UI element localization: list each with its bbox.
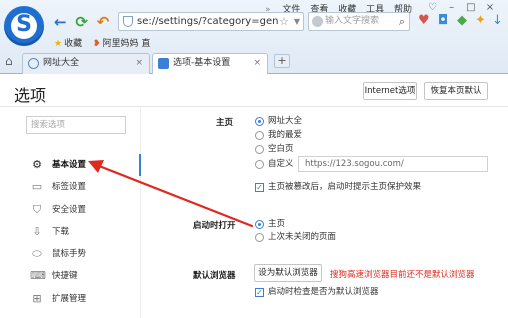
sidebar-item-mouse-gestures[interactable]: ⬭ 鼠标手势 [0,243,140,265]
divider [140,107,141,318]
page-title: 选项 [14,86,47,105]
radio[interactable] [255,160,264,169]
close-icon[interactable]: × [135,54,143,73]
tab-url-directory[interactable]: 网址大全 × [22,53,150,74]
internet-options-button[interactable]: Internet选项 [363,82,417,100]
bookmarks-bar: ★ 收藏 ❥ 阿里妈妈 直 [54,36,158,49]
homepage-option-directory[interactable]: 网址大全 [255,116,302,127]
search-placeholder: 输入文字搜索 [325,16,380,26]
tab-strip: ⌂ 网址大全 × 选项-基本设置 × + [0,51,508,74]
option-label: 网址大全 [268,116,303,126]
divider [0,106,508,107]
heart-shield-icon[interactable]: ♥ [418,12,430,30]
checkbox-checked[interactable]: ✓ [255,288,264,297]
startup-option-homepage[interactable]: 主页 [255,219,285,230]
homepage-protect-checkbox[interactable]: ✓ 主页被篡改后，启动时提示主页保护效果 [255,182,421,193]
address-bar[interactable]: se://settings/?category=gen ☆ ▼ [118,12,304,31]
sidebar-item-download[interactable]: ⇩ 下载 [0,221,140,243]
browser-chrome: » 文件 查看 收藏 工具 帮助 ♡ – □ × ← ⟳ ↶ ▼ se://se… [0,0,508,74]
sidebar-item-extensions[interactable]: ⊞ 扩展管理 [0,288,140,310]
radio-selected[interactable] [255,117,264,126]
sidebar-item-label: 标签设置 [52,182,87,193]
option-label: 主页 [268,219,286,229]
radio[interactable] [255,131,264,140]
radio[interactable] [255,233,264,242]
option-label: 自定义 [268,159,294,169]
shield-icon: ⛉ [32,202,42,216]
settings-page: 选项 Internet选项 恢复本页默认 搜索选项 ⚙ 基本设置 ▭ 标签设置 … [0,74,508,318]
address-url: se://settings/?category=gen [137,16,279,27]
radio-selected[interactable] [255,220,264,229]
sidebar-item-basic[interactable]: ⚙ 基本设置 [0,154,140,176]
sidebar-item-label: 扩展管理 [52,293,87,304]
search-box[interactable]: 输入文字搜索 ⌕ [308,12,410,31]
star-icon: ★ [54,39,63,49]
bookmark-alimama[interactable]: 阿里妈妈 直 [103,39,151,49]
back-arrow-icon[interactable]: ← [54,13,67,31]
startup-option-last-session[interactable]: 上次未关闭的页面 [255,232,336,243]
sidebar-item-security[interactable]: ⛉ 安全设置 [0,199,140,221]
search-engine-icon[interactable] [312,16,323,27]
new-tab-button[interactable]: + [274,54,290,68]
sidebar-item-label: 基本设置 [52,160,87,170]
close-icon[interactable]: × [253,54,261,73]
download-icon[interactable]: ↓ [492,12,503,30]
option-label: 空白页 [268,144,294,154]
gear-icon: ⚙ [32,158,42,171]
set-default-browser-button[interactable]: 设为默认浏览器 [254,264,322,282]
option-label: 上次未关闭的页面 [268,232,337,242]
homepage-label: 主页 [216,118,234,128]
refresh-icon[interactable]: ⟳ [75,13,88,31]
startup-label: 启动时打开 [193,221,236,231]
globe-icon [28,58,39,69]
custom-homepage-input[interactable]: https://123.sogou.com/ [298,156,488,172]
translate-icon[interactable]: ◆ [457,12,467,30]
extensions-icon: ⊞ [32,291,42,305]
option-label: 我的最爱 [268,130,303,140]
restore-default-button[interactable]: 恢复本页默认 [424,82,488,100]
key-icon[interactable]: ✦ [475,12,486,30]
checkbox-label: 主页被篡改后，启动时提示主页保护效果 [268,182,422,192]
default-browser-label: 默认浏览器 [193,271,236,281]
shield-icon [123,16,133,27]
sidebar-item-label: 快捷键 [52,271,78,282]
download-icon: ⇩ [32,224,42,238]
tab-icon: ▭ [31,180,43,194]
settings-tab-icon [158,58,169,69]
checkbox-label: 启动时检查是否为默认浏览器 [268,287,379,297]
screenshot-icon[interactable]: ◘ [438,12,448,30]
alimama-icon: ❥ [92,39,101,49]
sidebar-item-label: 下载 [52,226,70,237]
star-icon[interactable]: ☆ [279,13,289,30]
default-browser-warning: 搜狗高速浏览器目前还不是默认浏览器 [330,270,475,280]
tab-settings[interactable]: 选项-基本设置 × [152,53,268,74]
undo-icon[interactable]: ↶ [97,13,110,31]
sidebar-item-label: 安全设置 [52,204,87,215]
search-icon[interactable]: ⌕ [399,13,405,30]
tab-label: 网址大全 [43,58,80,68]
mouse-icon: ⬭ [32,247,42,261]
browser-window: » 文件 查看 收藏 工具 帮助 ♡ – □ × ← ⟳ ↶ ▼ se://se… [0,0,508,318]
homepage-option-favorites[interactable]: 我的最爱 [255,130,302,141]
homepage-option-blank[interactable]: 空白页 [255,144,294,155]
tab-label: 选项-基本设置 [173,58,231,68]
sogou-logo-icon[interactable] [4,6,44,46]
sidebar-item-shortcuts[interactable]: ⌨ 快捷键 [0,265,140,287]
sidebar-item-label: 鼠标手势 [52,249,87,260]
sidebar-search-input[interactable]: 搜索选项 [26,116,126,134]
keyboard-icon: ⌨ [30,269,46,283]
sidebar-nav: ⚙ 基本设置 ▭ 标签设置 ⛉ 安全设置 ⇩ 下载 ⬭ 鼠标手势 ⌨ 快捷键 ⊞… [0,154,140,310]
homepage-option-custom[interactable]: 自定义 [255,159,294,170]
check-default-browser-checkbox[interactable]: ✓ 启动时检查是否为默认浏览器 [255,287,379,298]
radio[interactable] [255,145,264,154]
checkbox-checked[interactable]: ✓ [255,183,264,192]
bookmark-favorites[interactable]: 收藏 [64,39,82,49]
sidebar-item-tabs[interactable]: ▭ 标签设置 [0,176,140,198]
chevron-down-icon[interactable]: ▼ [294,13,300,30]
home-icon[interactable]: ⌂ [5,54,13,68]
